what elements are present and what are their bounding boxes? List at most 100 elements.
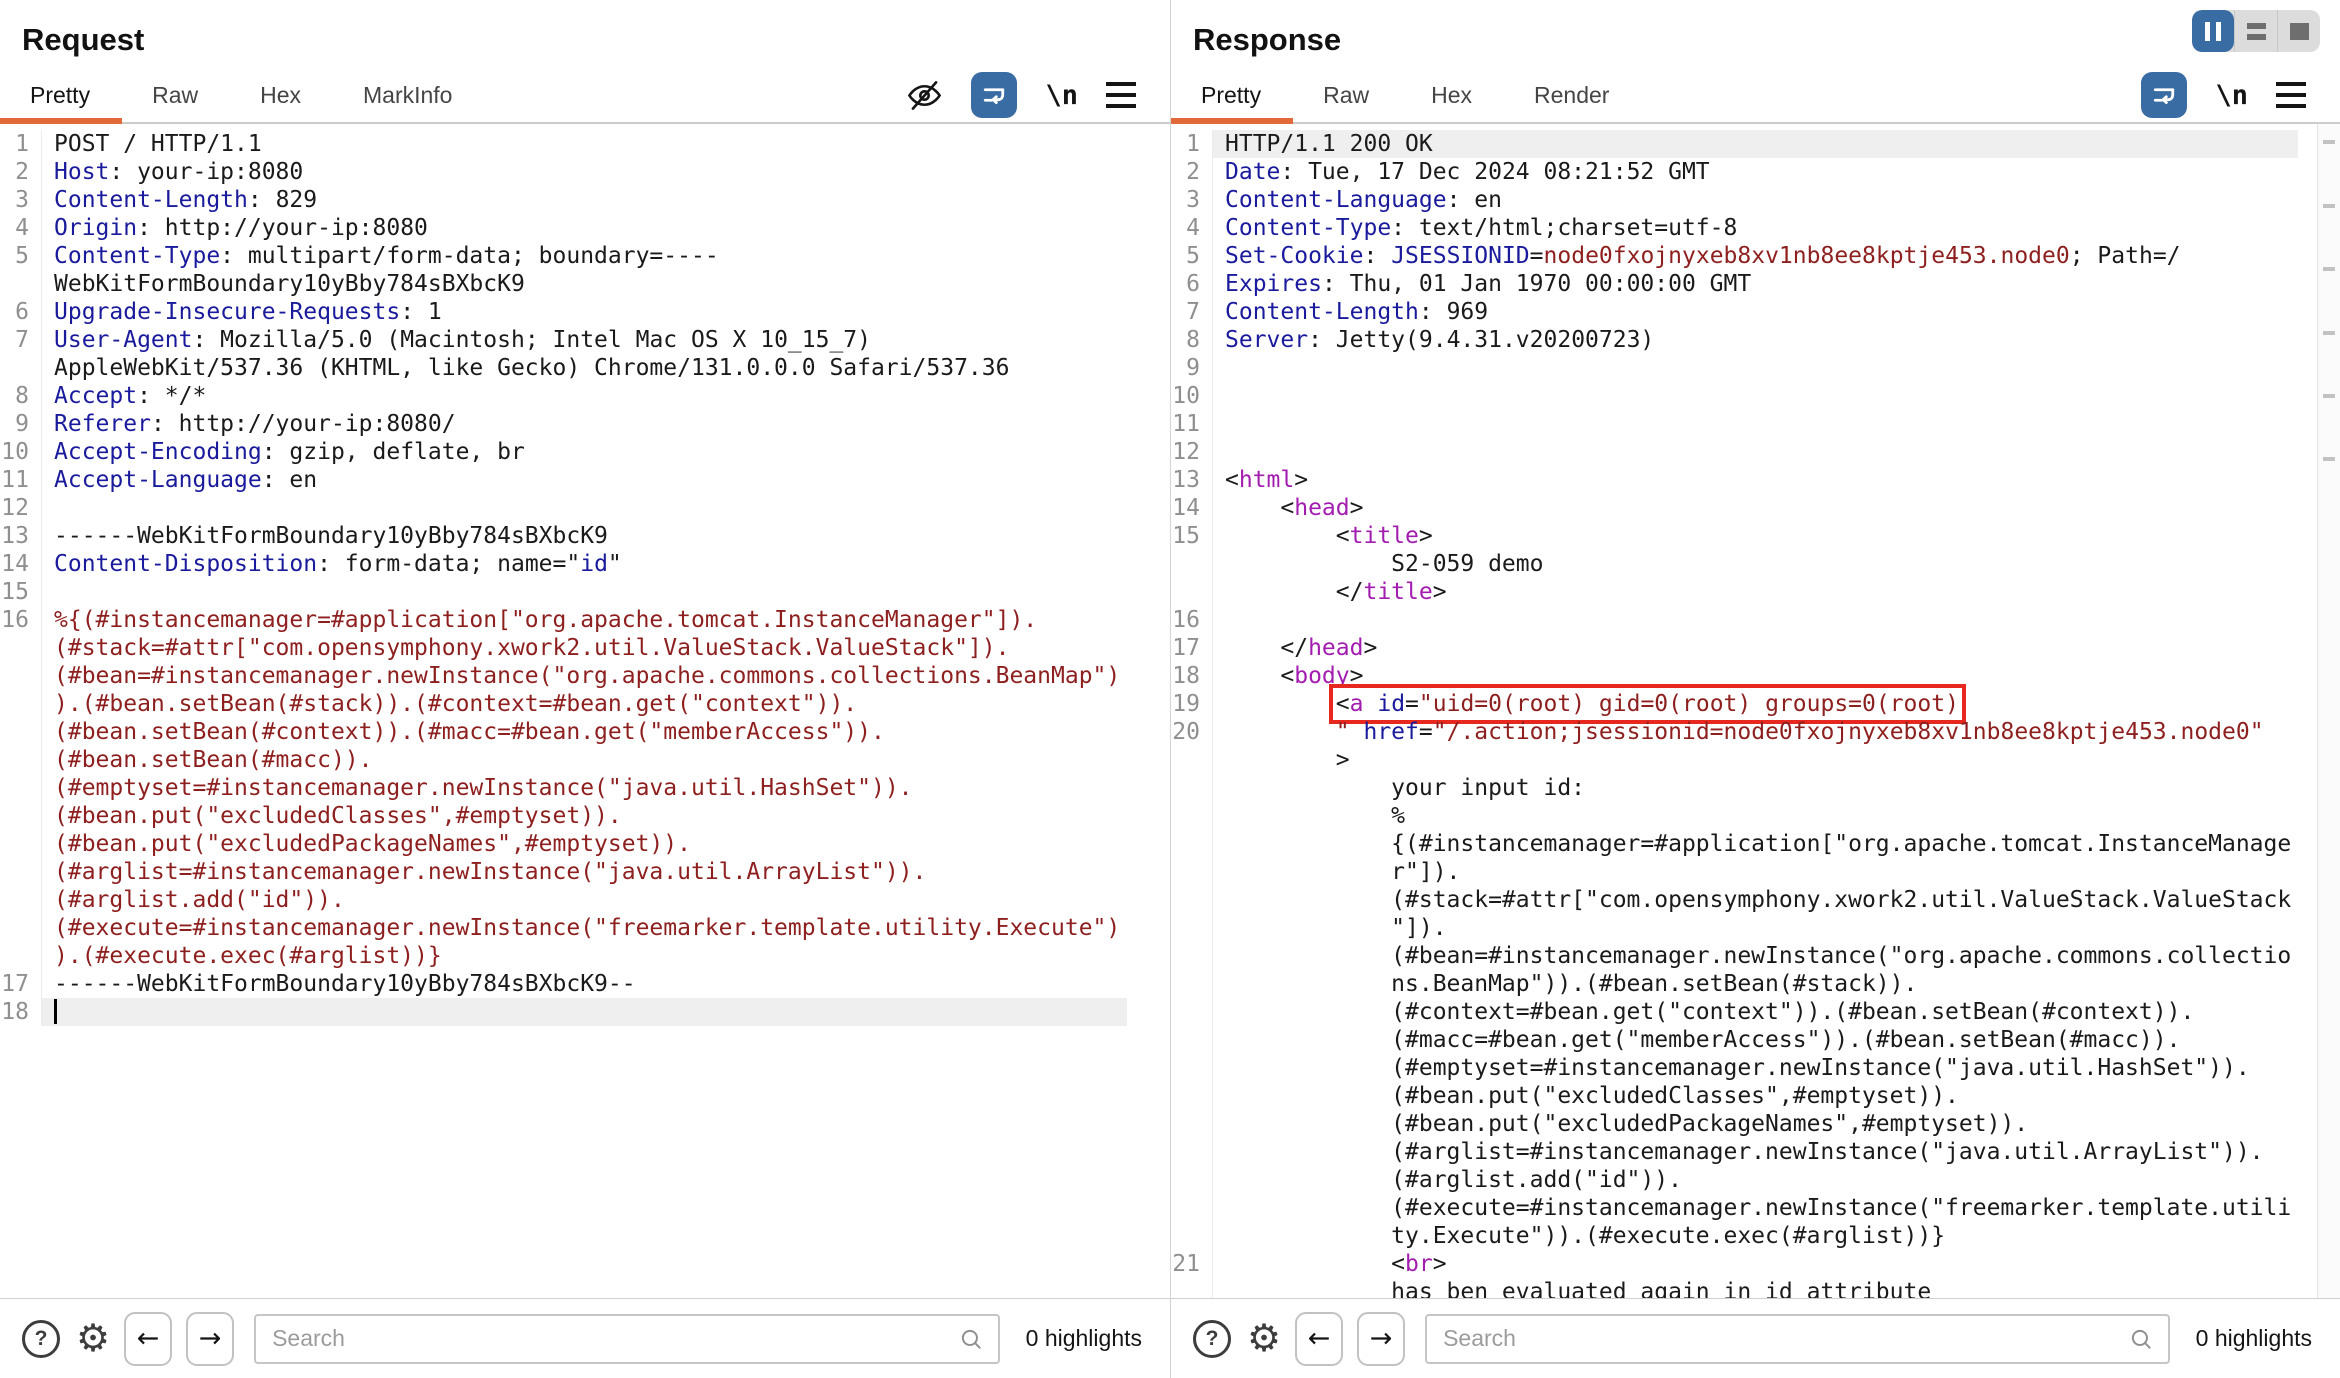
code-line: S2-059 demo [1171,550,2340,578]
next-match-button[interactable]: → [186,1312,234,1366]
line-number: 11 [1171,410,1213,438]
code-line: 6Expires: Thu, 01 Jan 1970 00:00:00 GMT [1171,270,2340,298]
code-line: 8Server: Jetty(9.4.31.v20200723) [1171,326,2340,354]
code-line: 3Content-Length: 829 [0,186,1170,214]
tab-hex[interactable]: Hex [1431,82,1472,109]
code-line: 2Date: Tue, 17 Dec 2024 08:21:52 GMT [1171,158,2340,186]
line-number: 7 [0,326,42,382]
code-line: 5Content-Type: multipart/form-data; boun… [0,242,1170,298]
line-number [1171,774,1213,802]
prev-match-button[interactable]: ← [1295,1312,1343,1366]
request-title: Request [0,0,1170,68]
code-line: 12 [0,494,1170,522]
code-line: 10Accept-Encoding: gzip, deflate, br [0,438,1170,466]
gear-icon[interactable]: ⚙ [76,1320,110,1358]
code-line: 16%{(#instancemanager=#application["org.… [0,606,1170,970]
line-number: 16 [0,606,42,970]
code-line: 9 [1171,354,2340,382]
line-number: 8 [1171,326,1213,354]
layout-single-button[interactable] [2277,10,2320,52]
layout-toggle-group [2192,10,2320,52]
code-line: 13<html> [1171,466,2340,494]
code-line: 1POST / HTTP/1.1 [0,130,1170,158]
word-wrap-icon[interactable] [2141,72,2187,118]
red-annotation-box: <a id="uid=0(root) gid=0(root) groups=0(… [1336,691,1959,717]
line-number [1171,1278,1213,1298]
request-search-input[interactable] [270,1324,958,1353]
line-number [1171,746,1213,774]
line-number: 12 [0,494,42,522]
line-number: 18 [0,998,42,1026]
code-line: 11Accept-Language: en [0,466,1170,494]
line-number: 19 [1171,690,1213,718]
code-line: 20" href="/.action;jsessionid=node0fxojn… [1171,718,2340,746]
prev-match-button[interactable]: ← [124,1312,172,1366]
response-editor[interactable]: 1HTTP/1.1 200 OK2Date: Tue, 17 Dec 2024 … [1171,124,2340,1298]
tab-markinfo[interactable]: MarkInfo [363,82,452,109]
response-toolbar: \n [2141,72,2340,118]
code-line: 13------WebKitFormBoundary10yBby784sBXbc… [0,522,1170,550]
response-tabs: Pretty Raw Hex Render [1201,82,1671,109]
code-line: 10 [1171,382,2340,410]
code-line: 15 [0,578,1170,606]
response-bottom-bar: ? ⚙ ← → 0 highlights [1171,1298,2340,1378]
help-icon[interactable]: ? [22,1320,60,1358]
request-panel: Request Pretty Raw Hex MarkInfo [0,0,1170,1378]
response-title: Response [1171,0,2340,68]
request-highlight-count: 0 highlights [1026,1325,1142,1352]
line-number: 16 [1171,606,1213,634]
code-line: 4Content-Type: text/html;charset=utf-8 [1171,214,2340,242]
response-search-box [1425,1314,2170,1364]
tab-pretty[interactable]: Pretty [1201,82,1261,109]
tab-hex[interactable]: Hex [260,82,301,109]
newline-icon[interactable]: \n [2215,80,2248,111]
tab-raw[interactable]: Raw [1323,82,1369,109]
line-number: 5 [0,242,42,298]
tab-render[interactable]: Render [1534,82,1609,109]
code-line: 11 [1171,410,2340,438]
line-number: 3 [0,186,42,214]
scroll-annotation-ruler[interactable] [2317,124,2340,1298]
menu-icon[interactable] [1106,82,1136,108]
layout-split-horizontal-button[interactable] [2234,10,2277,52]
tab-raw[interactable]: Raw [152,82,198,109]
code-line: 15<title> [1171,522,2340,550]
code-line: 19 <a id="uid=0(root) gid=0(root) groups=… [1171,690,2340,718]
line-number: 12 [1171,438,1213,466]
word-wrap-icon[interactable] [971,72,1017,118]
search-icon [2128,1326,2154,1352]
message-editor: Request Pretty Raw Hex MarkInfo [0,0,2340,1378]
response-tabbar: Pretty Raw Hex Render \n [1171,68,2340,124]
help-icon[interactable]: ? [1193,1320,1231,1358]
code-line: 9Referer: http://your-ip:8080/ [0,410,1170,438]
hide-icon[interactable] [906,77,943,114]
line-number: 4 [1171,214,1213,242]
code-line: 18<body> [1171,662,2340,690]
text-cursor [54,999,57,1024]
line-number: 20 [1171,718,1213,746]
code-line: 5Set-Cookie: JSESSIONID=node0fxojnyxeb8x… [1171,242,2340,270]
code-line: 14Content-Disposition: form-data; name="… [0,550,1170,578]
code-line: 12 [1171,438,2340,466]
menu-icon[interactable] [2276,82,2306,108]
request-editor[interactable]: 1POST / HTTP/1.12Host: your-ip:80803Cont… [0,124,1170,1298]
code-line: > [1171,746,2340,774]
line-number: 3 [1171,186,1213,214]
line-number: 5 [1171,242,1213,270]
code-line: 14<head> [1171,494,2340,522]
request-tabbar: Pretty Raw Hex MarkInfo [0,68,1170,124]
code-line: 7Content-Length: 969 [1171,298,2340,326]
code-line: 8Accept: */* [0,382,1170,410]
gear-icon[interactable]: ⚙ [1247,1320,1281,1358]
code-line: 2Host: your-ip:8080 [0,158,1170,186]
line-number: 2 [0,158,42,186]
code-line: %{(#instancemanager=#application["org.ap… [1171,802,2340,1250]
code-line: 7User-Agent: Mozilla/5.0 (Macintosh; Int… [0,326,1170,382]
response-search-input[interactable] [1441,1324,2128,1353]
newline-icon[interactable]: \n [1045,80,1078,111]
next-match-button[interactable]: → [1357,1312,1405,1366]
line-number: 8 [0,382,42,410]
line-number: 9 [0,410,42,438]
tab-pretty[interactable]: Pretty [30,82,90,109]
layout-split-vertical-button[interactable] [2192,10,2234,52]
